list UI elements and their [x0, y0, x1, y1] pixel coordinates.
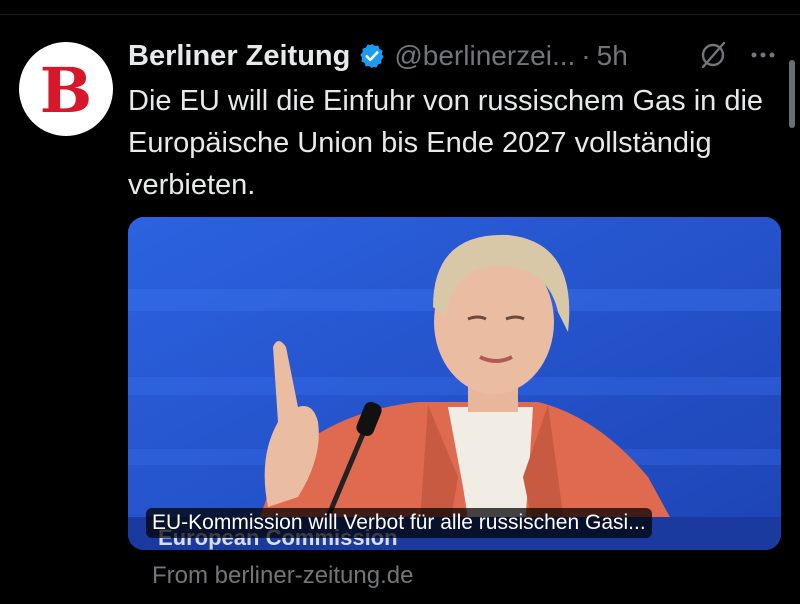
- timestamp[interactable]: 5h: [597, 40, 628, 72]
- scrollbar[interactable]: [789, 60, 795, 128]
- link-card[interactable]: European Commission: [128, 217, 781, 550]
- article-image: European Commission: [128, 217, 781, 550]
- card-title[interactable]: EU-Kommission will Verbot für alle russi…: [146, 508, 652, 538]
- author-name[interactable]: Berliner Zeitung: [128, 40, 350, 73]
- more-icon[interactable]: [748, 40, 778, 75]
- verified-badge-icon: [358, 42, 386, 70]
- separator-dot: ·: [581, 40, 591, 71]
- berliner-zeitung-logo: B: [40, 54, 92, 127]
- card-source[interactable]: From berliner-zeitung.de: [152, 562, 413, 590]
- avatar[interactable]: B: [19, 42, 113, 136]
- tweet-header: Berliner Zeitung @berlinerzei... · 5h: [128, 34, 760, 78]
- tweet-text: Die EU will die Einfuhr von russischem G…: [128, 85, 764, 201]
- svg-text:B: B: [40, 54, 92, 127]
- grok-icon[interactable]: [698, 40, 728, 75]
- author-handle[interactable]: @berlinerzei...: [394, 40, 575, 72]
- top-divider: [0, 0, 800, 15]
